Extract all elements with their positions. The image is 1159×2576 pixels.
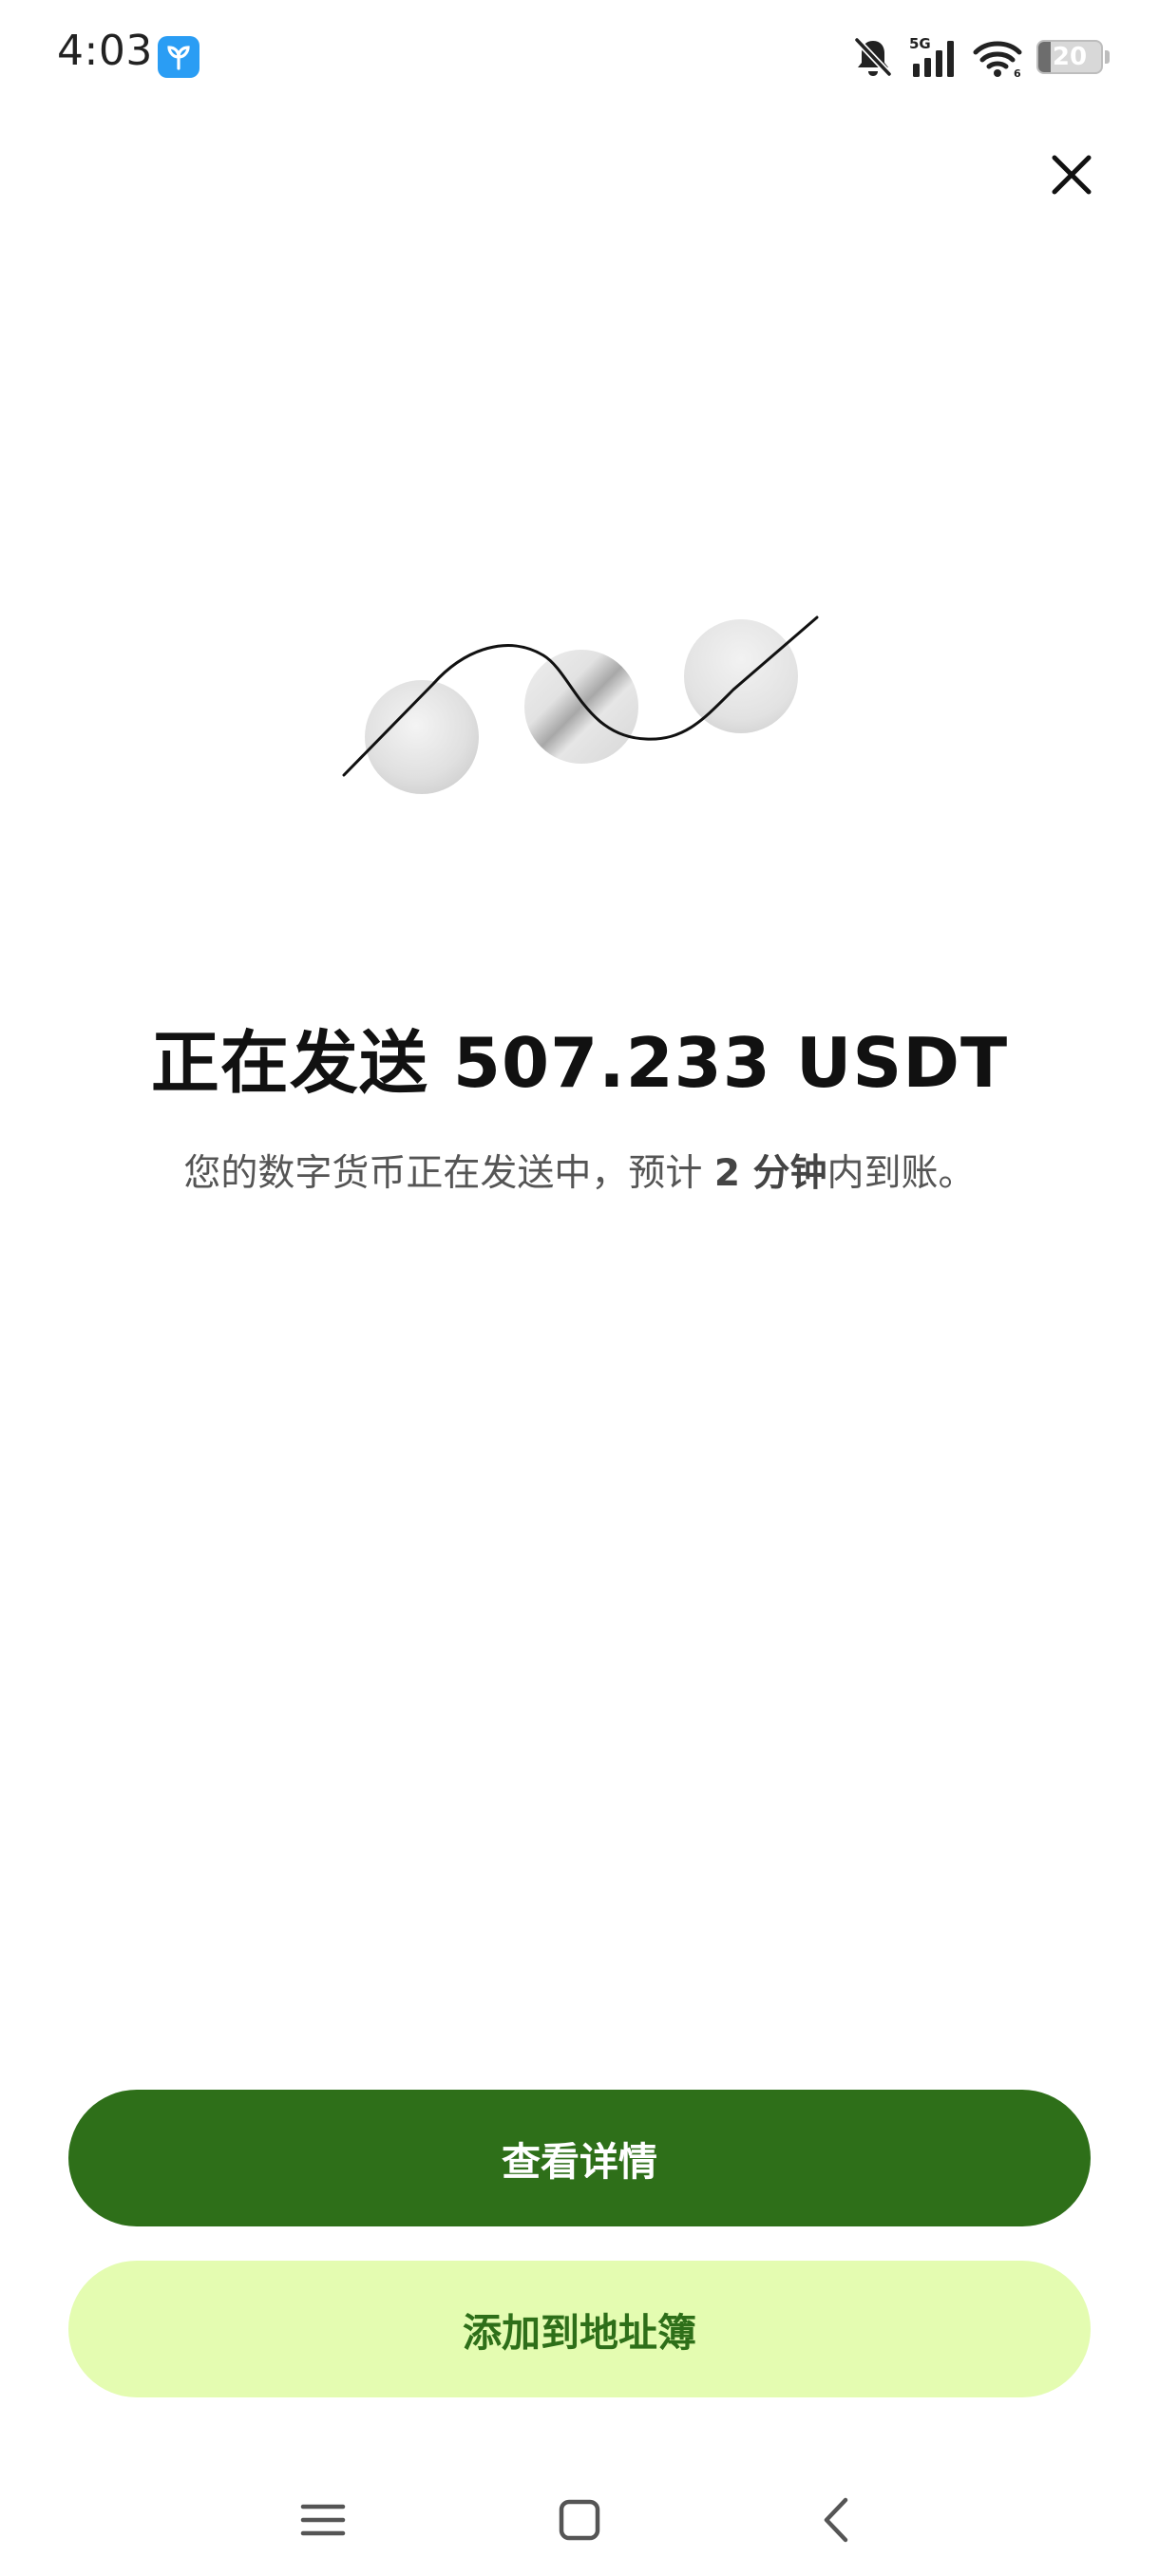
status-icons: 5G 6 20	[852, 28, 1110, 85]
home-icon	[559, 2499, 600, 2541]
svg-text:5G: 5G	[909, 35, 931, 52]
status-message: 您的数字货币正在发送中，预计 2 分钟内到账。	[0, 1144, 1159, 1197]
coin-right	[684, 619, 798, 733]
sending-illustration	[323, 589, 836, 817]
battery-tip	[1105, 50, 1110, 64]
battery-level: 20	[1052, 43, 1088, 71]
add-to-address-book-button[interactable]: 添加到地址簿	[68, 2261, 1091, 2397]
back-button[interactable]	[803, 2487, 869, 2553]
system-nav-bar	[0, 2470, 1159, 2576]
battery-icon: 20	[1036, 40, 1103, 74]
wifi-icon: 6	[972, 35, 1023, 79]
close-icon	[1052, 155, 1092, 195]
app-notification-icon	[158, 36, 200, 78]
bell-muted-icon	[852, 35, 894, 79]
eta-highlight: 2 分钟	[713, 1152, 827, 1195]
status-bar: 4:03 5G 6 20	[0, 0, 1159, 114]
svg-text:6: 6	[1014, 67, 1021, 79]
home-button[interactable]	[546, 2487, 613, 2553]
coin-middle	[524, 650, 638, 764]
status-time: 4:03	[57, 27, 153, 75]
transaction-sending-screen: 4:03 5G 6 20 正在发送 507.233 USDT 您的数字货币正在发…	[0, 0, 1159, 2576]
recent-apps-button[interactable]	[290, 2487, 356, 2553]
close-button[interactable]	[1049, 152, 1094, 198]
back-icon	[824, 2497, 848, 2543]
signal-icon: 5G	[907, 35, 959, 79]
menu-icon	[300, 2504, 346, 2536]
status-message-suffix: 内到账。	[826, 1152, 976, 1195]
view-details-button[interactable]: 查看详情	[68, 2090, 1091, 2226]
status-message-prefix: 您的数字货币正在发送中，预计	[183, 1152, 714, 1195]
page-title: 正在发送 507.233 USDT	[150, 1023, 1009, 1103]
